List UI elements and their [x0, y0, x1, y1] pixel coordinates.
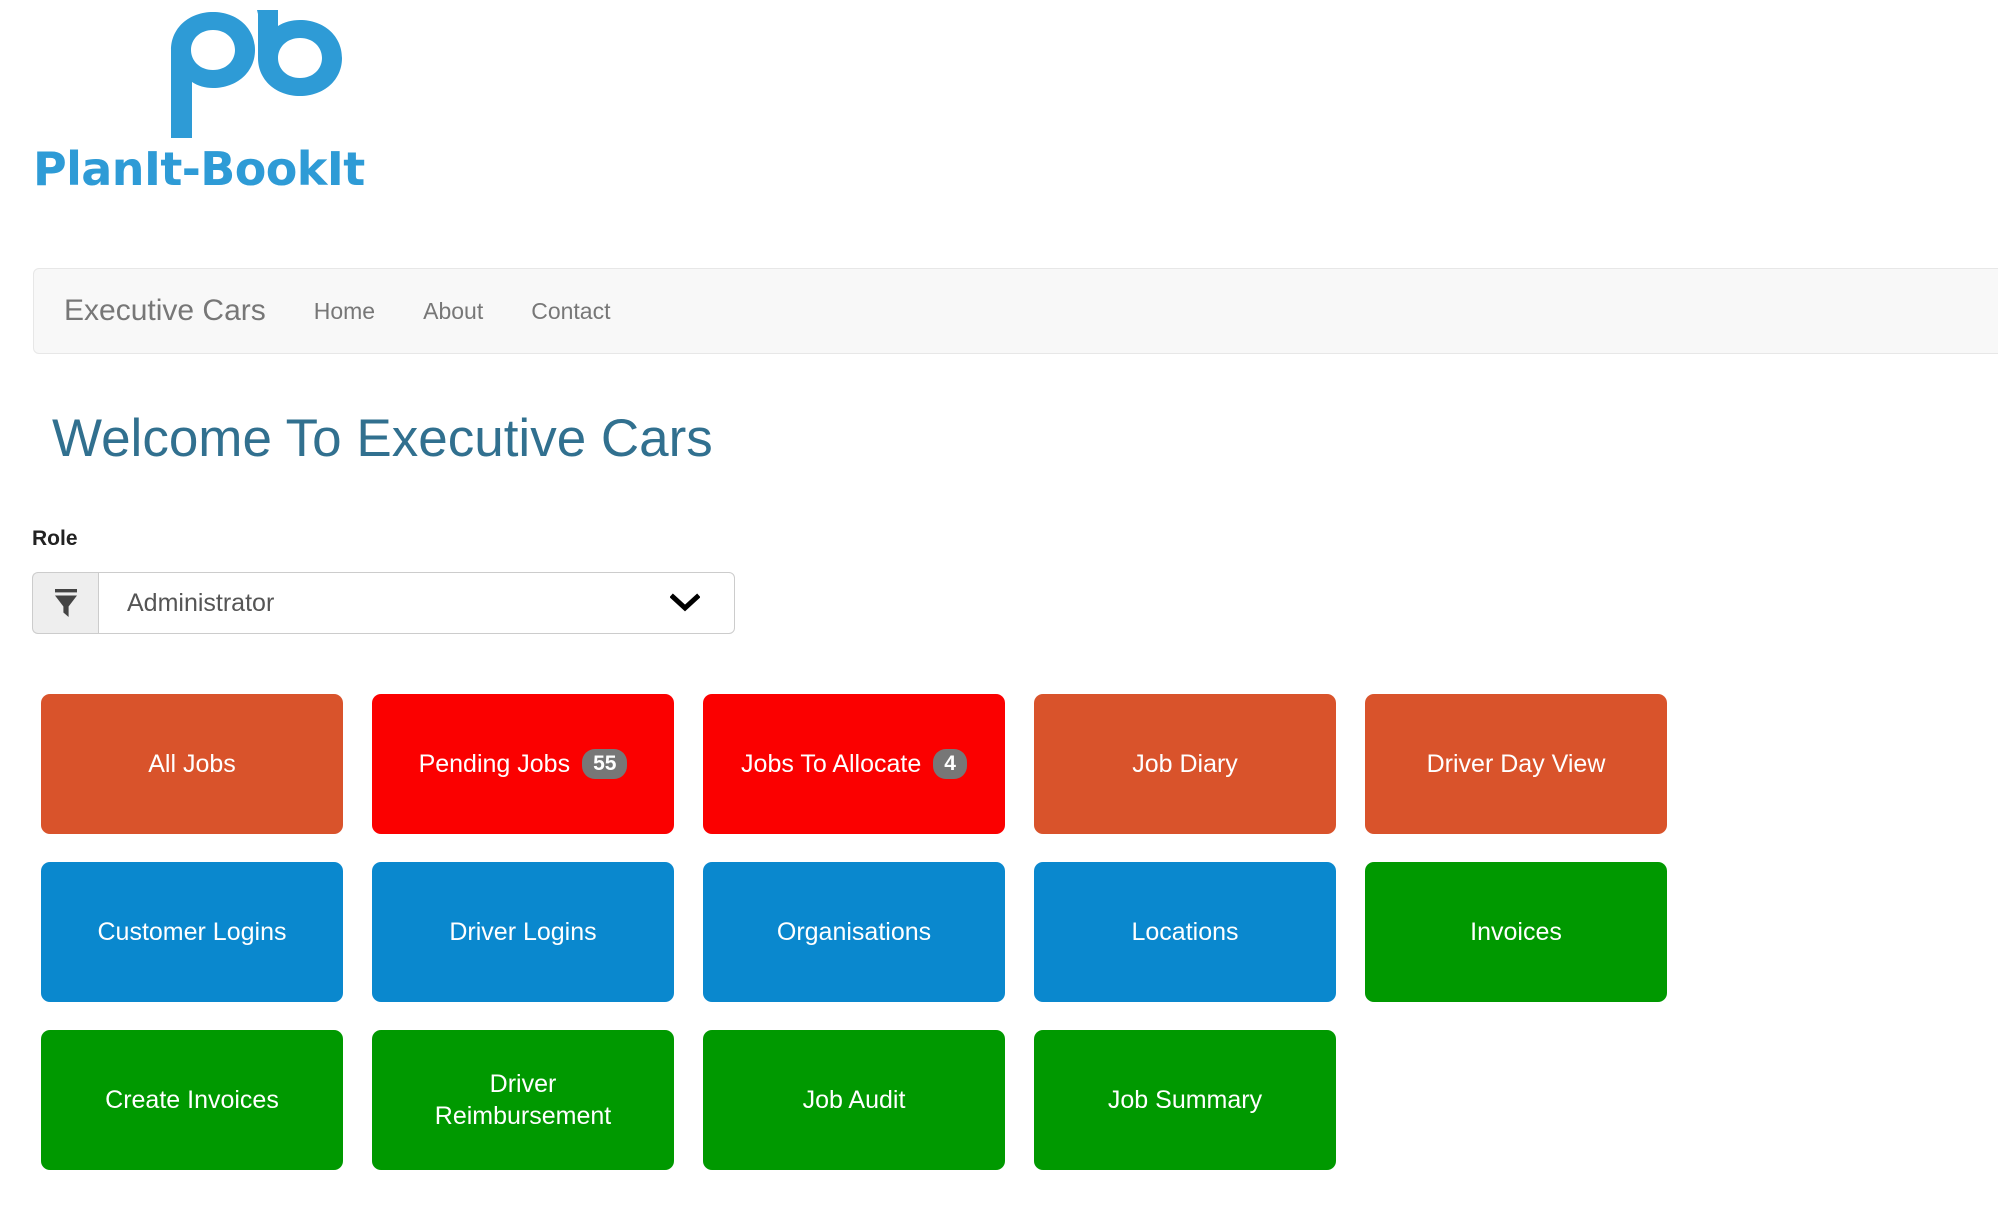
site-logo[interactable]: PlanIt-BookIt [33, 2, 493, 217]
dashboard-tile[interactable]: Job Summary [1034, 1030, 1336, 1170]
dashboard-tile[interactable]: Driver Logins [372, 862, 674, 1002]
pb-monogram-icon [161, 10, 351, 145]
navbar-brand[interactable]: Executive Cars [34, 296, 290, 326]
dashboard-tile-label: Customer Logins [97, 918, 287, 946]
dashboard-tile-label: Create Invoices [105, 1086, 279, 1114]
role-label: Role [32, 527, 78, 550]
tile-count-badge: 4 [933, 749, 967, 779]
dashboard-tile[interactable]: Organisations [703, 862, 1005, 1002]
dashboard-tile[interactable]: Create Invoices [41, 1030, 343, 1170]
tile-count-badge: 55 [582, 749, 628, 779]
dashboard-tile-label: Job Summary [1107, 1086, 1263, 1114]
nav-link-contact[interactable]: Contact [507, 299, 634, 323]
funnel-filter-icon [54, 589, 77, 617]
dashboard-tile[interactable]: Driver Day View [1365, 694, 1667, 834]
dashboard-tile-label: Organisations [776, 918, 932, 946]
dashboard-tile[interactable]: Jobs To Allocate 4 [703, 694, 1005, 834]
chevron-down-icon [670, 593, 700, 613]
dashboard-tile[interactable]: Locations [1034, 862, 1336, 1002]
dashboard-tile-label: Driver Reimbursement [434, 1070, 612, 1130]
dashboard-tile[interactable]: All Jobs [41, 694, 343, 834]
dashboard-tile[interactable]: Customer Logins [41, 862, 343, 1002]
logo-wordmark: PlanIt-BookIt [33, 142, 365, 196]
role-input-group: Administrator [32, 572, 735, 634]
dashboard-tile-label: Driver Logins [449, 918, 597, 946]
page-title: Welcome To Executive Cars [52, 409, 713, 468]
dashboard-tile-grid: All Jobs Pending Jobs 55 Jobs To Allocate 4 J… [41, 694, 1982, 1170]
dashboard-tile-label: Locations [1131, 918, 1239, 946]
dashboard-tile-label: All Jobs [148, 750, 236, 778]
dashboard-tile[interactable]: Job Audit [703, 1030, 1005, 1170]
dashboard-tile-label: Pending Jobs [418, 750, 571, 778]
dashboard-tile-label: Jobs To Allocate [741, 750, 922, 778]
dashboard-tile-label: Invoices [1470, 918, 1562, 946]
nav-link-home[interactable]: Home [290, 299, 399, 323]
nav-link-about[interactable]: About [399, 299, 507, 323]
dashboard-tile-label: Job Diary [1132, 750, 1238, 778]
dashboard-tile[interactable]: Invoices [1365, 862, 1667, 1002]
main-navbar: Executive Cars Home About Contact [33, 268, 1998, 354]
dashboard-tile-label: Driver Day View [1426, 750, 1606, 778]
dashboard-tile[interactable]: Job Diary [1034, 694, 1336, 834]
dashboard-tile[interactable]: Pending Jobs 55 [372, 694, 674, 834]
role-select[interactable]: Administrator [98, 572, 735, 634]
dashboard-tile-label: Job Audit [802, 1086, 906, 1114]
funnel-filter-icon-button[interactable] [32, 572, 98, 634]
role-selected-value: Administrator [127, 588, 275, 617]
dashboard-tile[interactable]: Driver Reimbursement [372, 1030, 674, 1170]
